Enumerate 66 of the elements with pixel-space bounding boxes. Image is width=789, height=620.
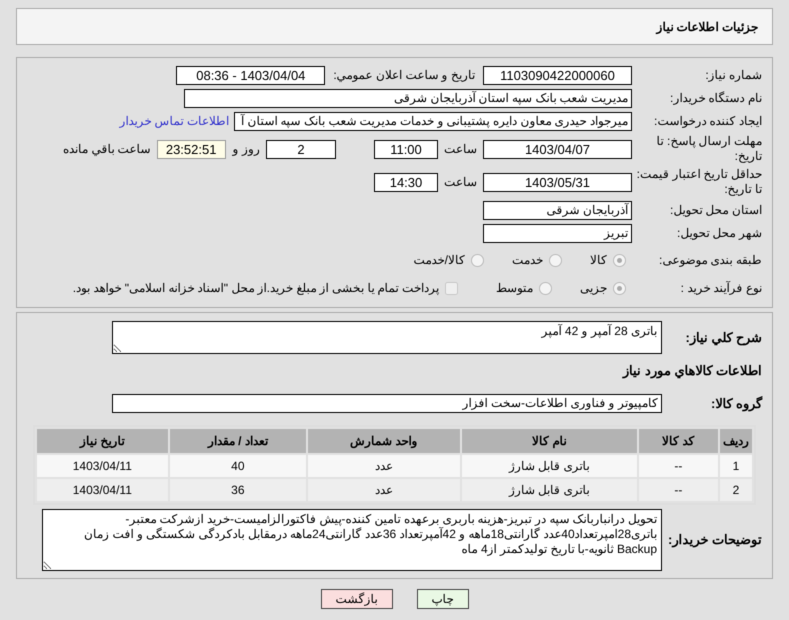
field-label: استان محل تحویل: [668,202,763,218]
table-cell: باتری قابل شارژ [462,478,637,500]
table-cell: -- [638,478,718,500]
option-label: خدمت [512,252,543,269]
field-label: حداقل تاریخ اعتبار قیمت: تا تاریخ: [636,167,763,197]
section-title: اطلاعات کالاهاي مورد نیاز [621,362,763,380]
description-box[interactable]: باتری 28 آمپر و 42 آمپر [112,321,662,354]
column-header: تاریخ نیاز [37,428,168,452]
input-field[interactable]: 1403/05/31 [483,172,632,192]
countdown-field[interactable]: 23:52:51 [156,140,226,158]
field-label: طبقه بندی موضوعی: [658,252,763,268]
table-cell: -- [638,454,718,476]
field-label: ایجاد کننده درخواست: [652,114,763,128]
input-field[interactable]: 1103090422000060 [483,66,632,84]
table-cell: 1403/04/11 [37,454,168,476]
print-button[interactable]: چاپ [416,588,468,608]
input-field[interactable]: آذربایجان شرقی [483,200,632,220]
input-field[interactable]: 11:00 [374,140,438,158]
field-label: گروه کالا: [710,396,764,411]
table-cell: 1403/04/11 [37,478,168,500]
input-field[interactable]: میرجواد حیدری معاون دایره پشتیبانی و خدمات مدیریت شعب بانک سپه استان آ [234,112,632,130]
field-label: شماره نیاز: [704,68,763,82]
field-label: نوع فرآیند خرید : [680,280,763,296]
radio-button[interactable] [613,254,626,266]
field-label: ساعت باقي مانده [62,141,151,158]
field-label: ساعت [444,141,477,158]
option-label: متوسط [496,280,533,297]
back-button[interactable]: بازگشت [320,588,392,608]
input-field[interactable]: 2 [266,140,336,158]
notes-box[interactable]: تحویل درانباربانک سپه در تبریز-هزینه باربری برعهده تامین کننده-پیش فاکتورالزامیست-خرید ازشرکت معتبر- باتری28امپرتعداد40عدد گارانتی18ماهه و 42آمپرتعداد 36عدد گارانتی24ماهه درمقابل بادکردگی شکستگی و افت زمان Backup ثانویه-با تاریخ تولیدکمتر از4 ماه [42,508,662,570]
option-label: کالا [590,252,607,269]
table-cell: 2 [720,478,752,500]
checkbox-label: پرداخت تمام یا بخشی از مبلغ خرید.از محل "اسناد خزانه اسلامی" خواهد بود. [72,280,439,297]
field-label: مهلت ارسال پاسخ: تا تاریخ: [656,134,763,164]
table-cell: 40 [170,454,306,476]
page-title: جزئیات اطلاعات نیاز [656,18,758,36]
radio-button[interactable] [539,282,552,294]
column-header: ردیف [720,428,752,452]
field-label: شهر محل تحویل: [676,226,763,240]
table-cell: عدد [308,478,460,500]
contact-link[interactable]: اطلاعات تماس خریدار [119,112,229,130]
input-field[interactable]: مدیریت شعب بانک سپه استان آذربایجان شرقی [184,88,632,108]
input-field[interactable]: تبریز [483,224,632,242]
table-cell: 1 [720,454,752,476]
input-field[interactable]: 1403/04/04 - 08:36 [176,66,326,84]
table-cell: باتری قابل شارژ [462,454,637,476]
column-header: کد کالا [638,428,718,452]
field-label: روز و [232,141,260,158]
column-header: نام کالا [462,428,637,452]
field-label: توضیحات خریدار: [667,532,763,547]
column-header: واحد شمارش [308,428,460,452]
table-cell: 36 [170,478,306,500]
option-label: کالا/خدمت [414,252,465,269]
column-header: تعداد / مقدار [170,428,306,452]
field-label: تاریخ و ساعت اعلان عمومي: [333,67,475,84]
option-label: جزیی [580,280,607,297]
field-label: شرح کلي نیاز: [684,330,763,345]
radio-button[interactable] [549,254,562,266]
input-field[interactable]: 1403/04/07 [483,140,632,158]
field-label: نام دستگاه خریدار: [668,90,763,106]
input-field[interactable]: کامپیوتر و فناوری اطلاعات-سخت افزار [112,394,662,413]
radio-button[interactable] [471,254,484,266]
input-field[interactable]: 14:30 [374,172,438,192]
table-cell: عدد [308,454,460,476]
field-label: ساعت [444,174,477,191]
radio-button[interactable] [613,282,626,294]
